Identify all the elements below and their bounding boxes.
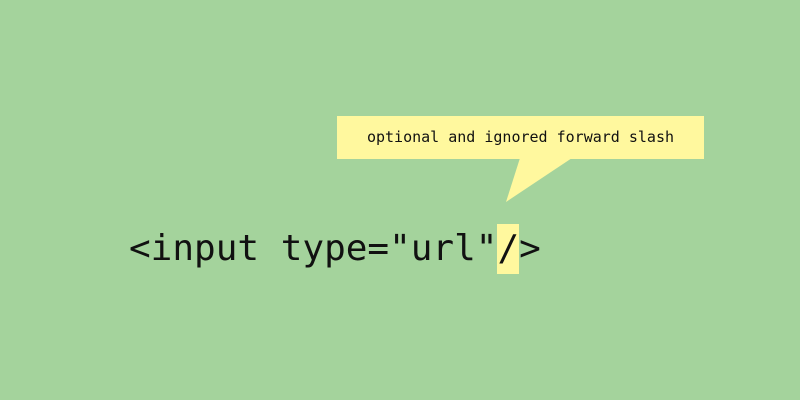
annotation-text: optional and ignored forward slash bbox=[366, 128, 675, 146]
code-tag-start: <input type="url" bbox=[129, 228, 498, 269]
code-tag-end: > bbox=[519, 228, 541, 269]
code-snippet: <input type="url"/> bbox=[129, 224, 541, 274]
annotation-callout: optional and ignored forward slash bbox=[337, 116, 704, 159]
highlighted-forward-slash: / bbox=[497, 224, 520, 274]
callout-pointer bbox=[506, 158, 572, 202]
